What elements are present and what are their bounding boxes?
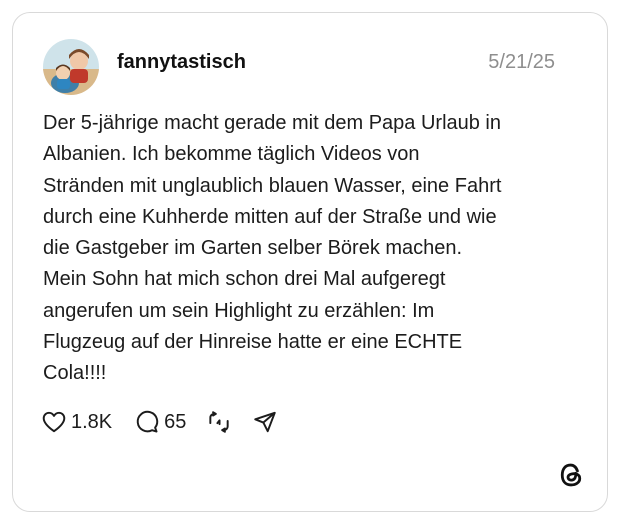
reply-button[interactable]: 65	[134, 409, 186, 435]
like-count: 1.8K	[71, 410, 113, 433]
post-text-line: Der 5-jährige macht gerade mit dem Papa …	[43, 112, 501, 134]
threads-logo-icon[interactable]	[557, 461, 585, 489]
reply-count: 65	[164, 410, 187, 433]
post-date: 5/21/25	[488, 51, 555, 73]
post-text-line: Stränden mit unglaublich blauen Wasser, …	[43, 174, 502, 197]
post-text-line: angerufen um sein Highlight zu erzählen:…	[43, 299, 435, 322]
post-text-line: Albanien. Ich bekomme täglich Videos von	[43, 143, 420, 166]
like-button[interactable]: 1.8K	[41, 409, 112, 435]
comment-bubble-icon	[136, 410, 159, 433]
heart-icon	[42, 411, 66, 433]
avatar[interactable]	[43, 39, 99, 95]
post-text-line: Flugzeug auf der Hinreise hatte er eine …	[43, 331, 463, 354]
share-button[interactable]	[252, 409, 278, 435]
action-bar: 1.8K 65	[41, 407, 278, 437]
post-text-line: die Gastgeber im Garten selber Börek mac…	[43, 237, 463, 260]
repost-button[interactable]	[206, 409, 232, 435]
repost-icon	[209, 411, 230, 433]
post-text-line: Mein Sohn hat mich schon drei Mal aufger…	[43, 268, 446, 291]
post-text-line: durch eine Kuhherde mitten auf der Straß…	[43, 205, 497, 228]
send-icon	[254, 411, 277, 433]
post-text-line: Cola!!!!	[43, 362, 107, 385]
username[interactable]: fannytastisch	[117, 51, 246, 74]
post-text: Der 5-jährige macht gerade mit dem Papa …	[43, 108, 563, 390]
post-card: fannytastisch 5/21/25 Der 5-jährige mach…	[12, 12, 608, 512]
